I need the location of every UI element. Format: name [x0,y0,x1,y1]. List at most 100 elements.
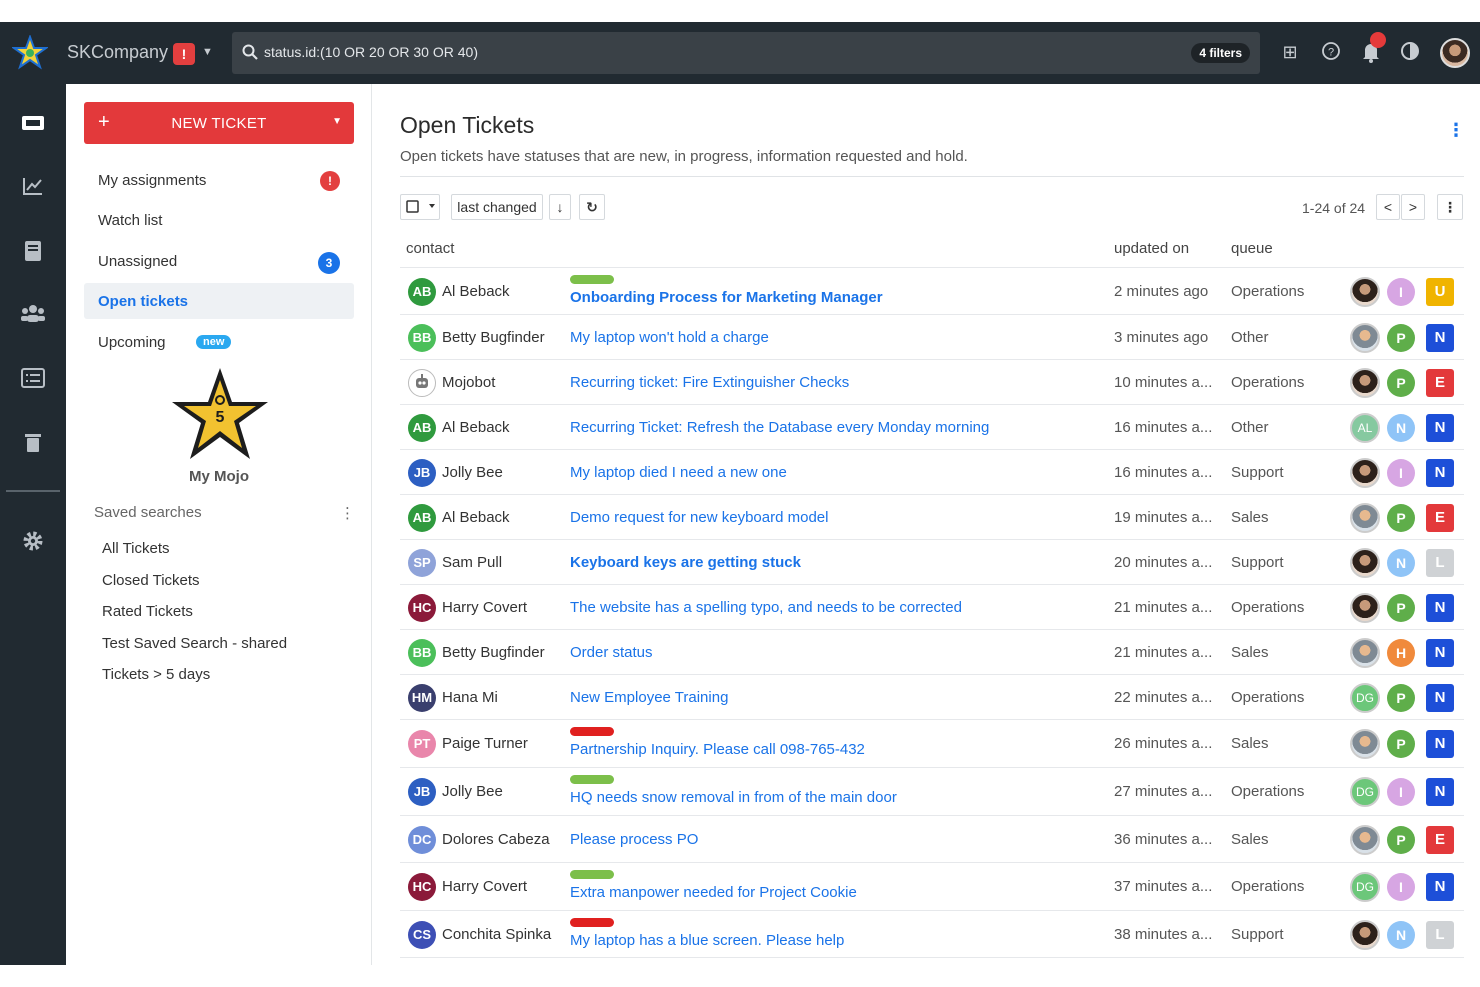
contact-name[interactable]: Jolly Bee [442,464,503,481]
priority-badge[interactable]: E [1426,369,1454,397]
prev-page-button[interactable]: < [1376,194,1400,220]
assignee-avatar[interactable]: DG [1350,872,1380,902]
table-row[interactable]: JB Jolly Bee My laptop died I need a new o… [400,449,1464,494]
list-icon[interactable] [20,368,46,390]
company-alert-badge[interactable]: ! [173,43,195,65]
assignee-avatar[interactable] [1350,458,1380,488]
priority-badge[interactable]: U [1426,278,1454,306]
nav-upcoming[interactable]: Upcoming new [84,324,354,360]
refresh-icon[interactable]: ↻ [579,194,605,220]
contact-name[interactable]: Betty Bugfinder [442,644,545,661]
priority-badge[interactable]: N [1426,873,1454,901]
grid-view-icon[interactable]: ⊞ [1279,41,1301,63]
group-badge[interactable]: P [1387,369,1415,397]
nav-watch-list[interactable]: Watch list [84,202,354,238]
assignee-avatar[interactable] [1350,638,1380,668]
theme-toggle-icon[interactable] [1399,41,1421,63]
sort-direction-button[interactable]: ↓ [549,194,571,220]
table-row[interactable]: JB Jolly Bee HQ needs snow removal in from… [400,767,1464,815]
search-input[interactable]: status.id:(10 OR 20 OR 30 OR 40) [264,44,478,60]
group-badge[interactable]: P [1387,826,1415,854]
table-row[interactable]: Mojobot Recurring ticket: Fire Extinguish… [400,359,1464,404]
group-badge[interactable]: I [1387,778,1415,806]
ticket-icon[interactable] [20,114,46,136]
assignee-avatar[interactable] [1350,323,1380,353]
assignee-avatar[interactable] [1350,503,1380,533]
contact-name[interactable]: Betty Bugfinder [442,329,545,346]
column-header-contact[interactable]: contact [406,240,454,257]
table-row[interactable]: AB Al Beback Recurring Ticket: Refresh the… [400,404,1464,449]
ticket-subject-link[interactable]: Onboarding Process for Marketing Manager [570,289,883,306]
contact-name[interactable]: Al Beback [442,509,510,526]
filters-badge[interactable]: 4 filters [1191,43,1250,63]
contact-name[interactable]: Hana Mi [442,689,498,706]
group-badge[interactable]: N [1387,414,1415,442]
ticket-subject-link[interactable]: The website has a spelling typo, and nee… [570,599,962,616]
priority-badge[interactable]: E [1426,826,1454,854]
search-bar[interactable]: status.id:(10 OR 20 OR 30 OR 40) 4 filte… [232,32,1260,74]
contact-name[interactable]: Harry Covert [442,878,527,895]
assignee-avatar[interactable] [1350,825,1380,855]
table-row[interactable]: SP Sam Pull Keyboard keys are getting stuc… [400,539,1464,584]
settings-icon[interactable] [20,530,46,552]
book-icon[interactable] [20,240,46,262]
table-row[interactable]: BB Betty Bugfinder Order status 21 minutes … [400,629,1464,674]
nav-my-assignments[interactable]: My assignments ! [84,162,354,198]
table-row[interactable]: AB Al Beback Onboarding Process for Market… [400,267,1464,314]
kebab-menu-icon[interactable]: ⋮ [1437,194,1463,220]
saved-search-item[interactable]: Test Saved Search - shared [102,635,287,652]
contact-name[interactable]: Mojobot [442,374,495,391]
group-badge[interactable]: P [1387,730,1415,758]
assignee-avatar[interactable] [1350,277,1380,307]
priority-badge[interactable]: E [1426,504,1454,532]
kebab-menu-icon[interactable]: ⋮ [340,504,355,522]
company-name[interactable]: SKCompany [67,42,168,63]
assignee-avatar[interactable]: AL [1350,413,1380,443]
group-badge[interactable]: N [1387,921,1415,949]
priority-badge[interactable]: L [1426,549,1454,577]
contact-name[interactable]: Sam Pull [442,554,502,571]
contact-name[interactable]: Dolores Cabeza [442,831,550,848]
table-row[interactable]: DC Dolores Cabeza Please process PO 36 minu… [400,815,1464,862]
contact-name[interactable]: Conchita Spinka [442,926,551,943]
assignee-avatar[interactable]: DG [1350,777,1380,807]
ticket-subject-link[interactable]: HQ needs snow removal in from of the mai… [570,789,897,806]
group-badge[interactable]: I [1387,873,1415,901]
table-row[interactable]: HC Harry Covert Extra manpower needed for … [400,862,1464,910]
chevron-down-icon[interactable]: ▼ [202,46,213,58]
ticket-subject-link[interactable]: Keyboard keys are getting stuck [570,554,801,571]
table-row[interactable]: AB Al Beback Demo request for new keyboard… [400,494,1464,539]
group-badge[interactable]: H [1387,639,1415,667]
ticket-subject-link[interactable]: Partnership Inquiry. Please call 098-765… [570,741,865,758]
assignee-avatar[interactable] [1350,548,1380,578]
priority-badge[interactable]: N [1426,639,1454,667]
table-row[interactable]: PT Paige Turner Partnership Inquiry. Pleas… [400,719,1464,767]
saved-search-item[interactable]: Closed Tickets [102,572,200,589]
contact-name[interactable]: Al Beback [442,283,510,300]
priority-badge[interactable]: N [1426,414,1454,442]
ticket-subject-link[interactable]: Recurring Ticket: Refresh the Database e… [570,419,989,436]
assignee-avatar[interactable]: DG [1350,683,1380,713]
assignee-avatar[interactable] [1350,593,1380,623]
table-row[interactable]: BB Betty Bugfinder My laptop won't hold a … [400,314,1464,359]
ticket-subject-link[interactable]: Demo request for new keyboard model [570,509,828,526]
ticket-subject-link[interactable]: Please process PO [570,831,698,848]
column-header-updated[interactable]: updated on [1114,240,1189,257]
chart-icon[interactable] [20,176,46,198]
help-icon[interactable]: ? [1320,41,1342,63]
trash-icon[interactable] [20,431,46,453]
saved-search-item[interactable]: Tickets > 5 days [102,666,210,683]
group-badge[interactable]: I [1387,278,1415,306]
select-all-checkbox[interactable] [400,194,440,220]
priority-badge[interactable]: N [1426,459,1454,487]
priority-badge[interactable]: N [1426,778,1454,806]
ticket-subject-link[interactable]: My laptop has a blue screen. Please help [570,932,844,949]
group-badge[interactable]: N [1387,549,1415,577]
people-icon[interactable] [20,303,46,325]
table-row[interactable]: CS Conchita Spinka My laptop has a blue sc… [400,910,1464,958]
group-badge[interactable]: P [1387,594,1415,622]
saved-search-item[interactable]: Rated Tickets [102,603,193,620]
chevron-down-icon[interactable]: ▼ [332,116,342,127]
priority-badge[interactable]: N [1426,594,1454,622]
ticket-subject-link[interactable]: New Employee Training [570,689,728,706]
